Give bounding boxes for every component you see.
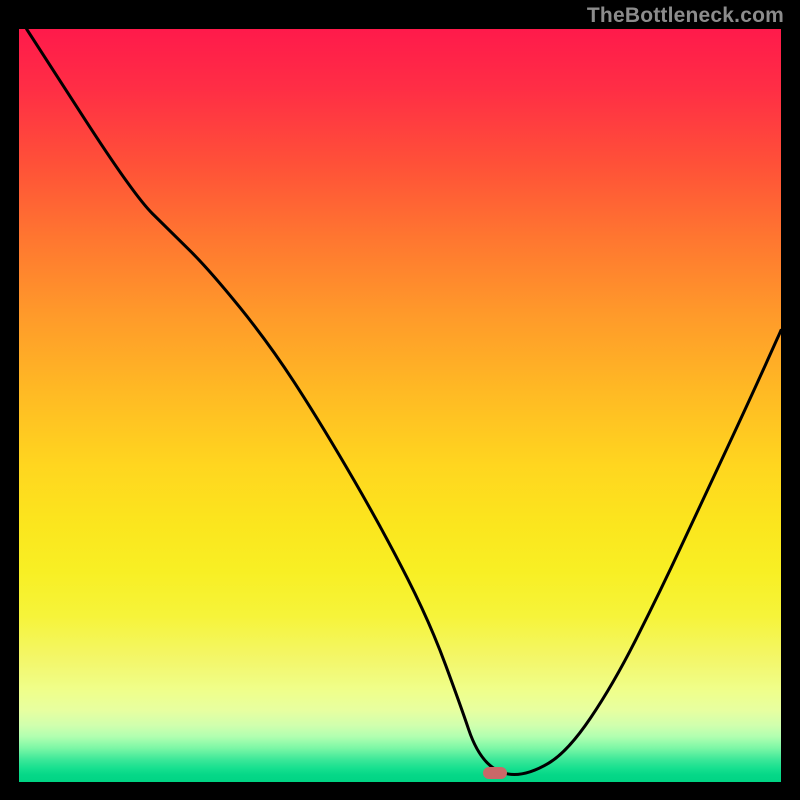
optimal-marker bbox=[483, 767, 507, 779]
chart-stage: TheBottleneck.com bbox=[0, 0, 800, 800]
bottleneck-curve bbox=[19, 29, 781, 782]
plot-area bbox=[19, 29, 781, 782]
watermark-text: TheBottleneck.com bbox=[587, 4, 784, 28]
